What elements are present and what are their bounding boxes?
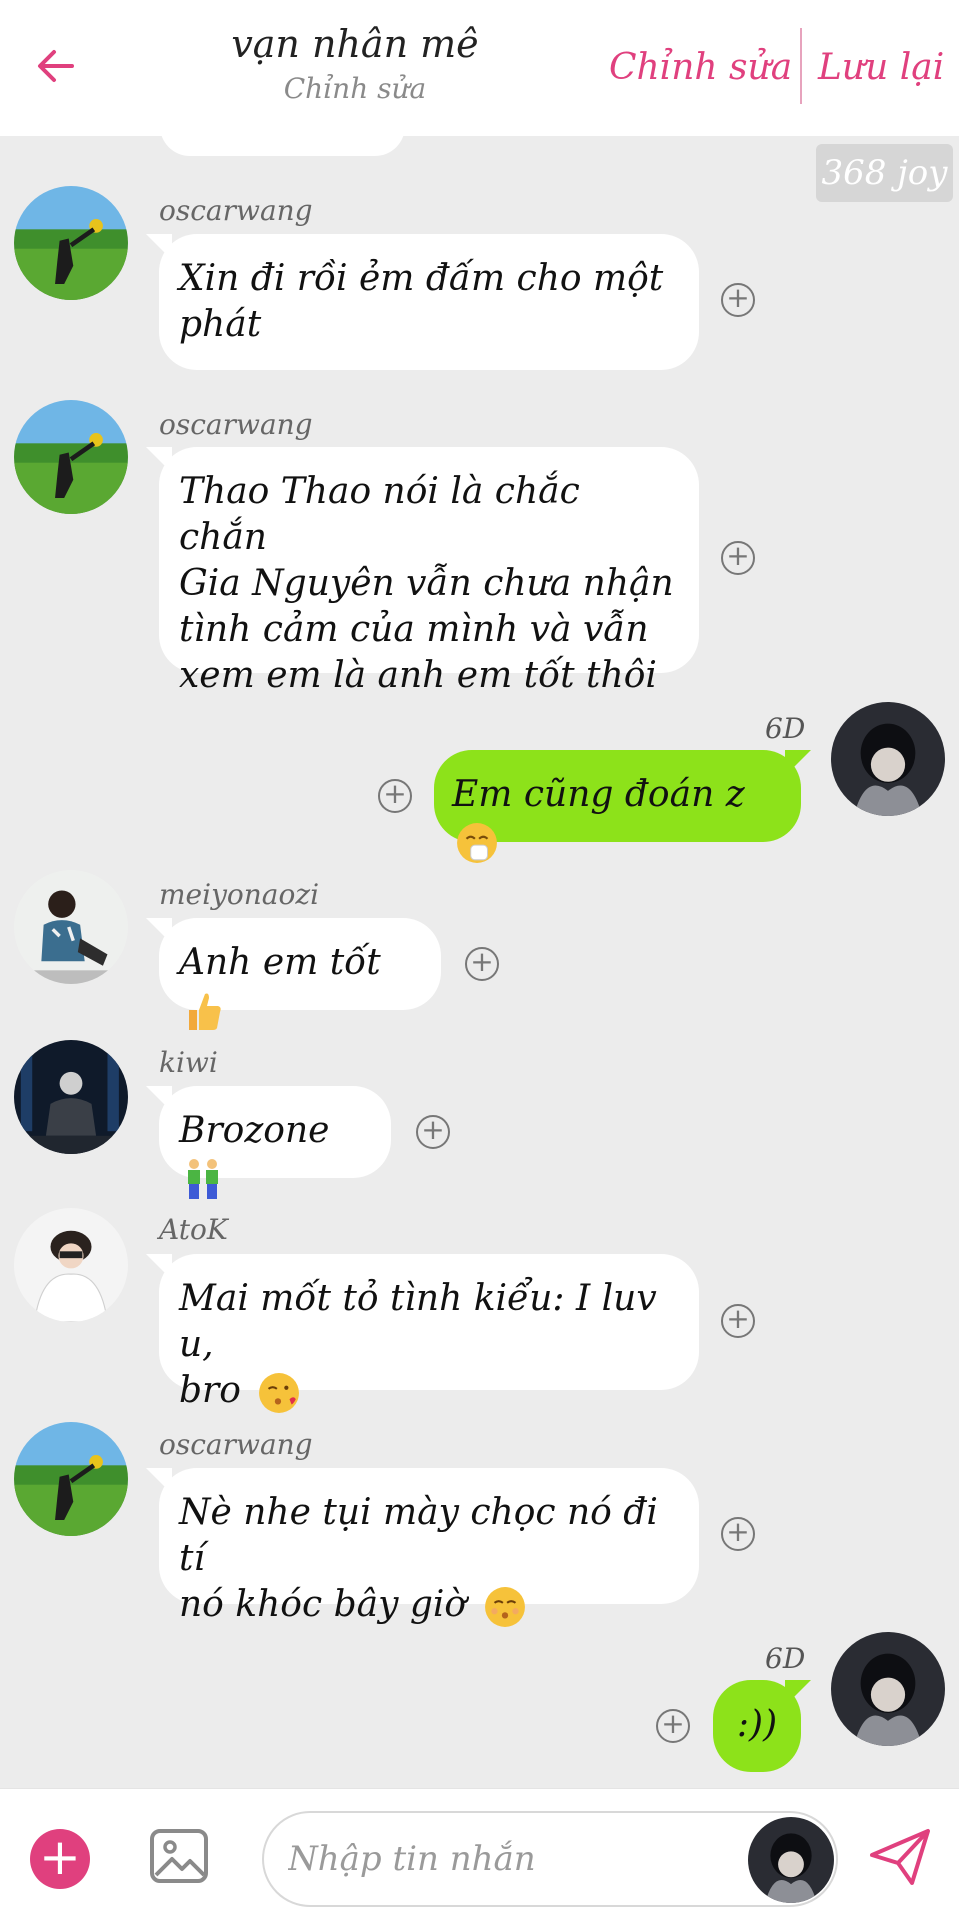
my-message-bubble[interactable]: Em cũng đoán z [434,750,801,863]
white-hoodie-avatar[interactable] [14,1208,128,1322]
add-reaction-button[interactable]: + [721,1304,755,1338]
sender-name: kiwi [159,1046,218,1079]
message-bubble[interactable]: Nè nhe tụi mày chọc nó đi tí nó khóc bây… [159,1468,699,1627]
sender-name: oscarwang [159,194,313,227]
message-text: Nè nhe tụi mày chọc nó đi tí nó khóc bây… [179,1492,658,1625]
message-text: Thao Thao nói là chắc chắn Gia Nguyên vẫ… [179,471,674,696]
header-divider [800,28,802,104]
add-reaction-button[interactable]: + [721,1517,755,1551]
message-text: Mai mốt tỏ tình kiểu: I luv u, bro [179,1278,657,1411]
sender-name: meiyonaozi [159,878,320,911]
composer-bar: + [0,1788,959,1920]
bubble-tail [785,750,811,776]
field-photo-avatar[interactable] [14,1422,128,1536]
add-reaction-button[interactable]: + [721,541,755,575]
message-input[interactable] [288,1835,728,1883]
add-reaction-button[interactable]: + [378,779,412,813]
back-arrow-icon [38,50,74,82]
character-avatar-button[interactable] [748,1817,834,1903]
message-text: Xin đi rồi ẻm đấm cho một phát [179,258,664,345]
title-area: vạn nhân mê Chỉnh sửa [150,16,560,106]
image-button[interactable] [148,1825,210,1887]
hoodie-boy-avatar[interactable] [831,702,945,816]
dark-stage-avatar[interactable] [14,1040,128,1154]
edit-button[interactable]: Chỉnh sửa [609,44,792,92]
sender-name: oscarwang [159,1428,313,1461]
message-text: Anh em tốt [179,942,381,983]
add-reaction-button[interactable]: + [465,947,499,981]
back-button[interactable] [26,36,86,96]
two-men-holding-hands-icon [188,1159,218,1199]
joy-badge: 368 joy [816,144,953,202]
message-text: Em cũng đoán z [452,774,745,815]
sender-name: AtoK [159,1213,228,1246]
sender-tag: 6D [765,1642,806,1675]
send-icon [870,1829,930,1885]
sender-tag: 6D [765,712,806,745]
message-input-box [262,1811,838,1907]
sneezing-face-icon [457,823,497,863]
kissing-smiling-eyes-icon [484,1587,525,1627]
sender-name: oscarwang [159,408,313,441]
top-bar: vạn nhân mê Chỉnh sửa Chỉnh sửa Lưu lại [0,0,959,136]
message-text: Brozone [179,1110,330,1151]
hoodie-boy-avatar [748,1817,834,1903]
message-bubble[interactable]: Thao Thao nói là chắc chắn Gia Nguyên vẫ… [159,447,699,696]
previous-message-bubble [160,110,405,156]
field-photo-avatar[interactable] [14,400,128,514]
bubble-tail [785,1680,811,1706]
message-bubble[interactable]: Xin đi rồi ẻm đấm cho một phát [159,234,699,370]
message-text: :)) [736,1704,778,1745]
chat-subtitle: Chỉnh sửa [283,72,427,105]
image-icon [150,1829,208,1883]
save-button[interactable]: Lưu lại [818,44,944,92]
add-reaction-button[interactable]: + [416,1115,450,1149]
message-bubble[interactable]: Mai mốt tỏ tình kiểu: I luv u, bro [159,1254,699,1413]
thumbs-up-icon [189,993,221,1030]
chat-title: vạn nhân mê [231,22,479,66]
hoodie-boy-avatar[interactable] [831,1632,945,1746]
sitting-boy-avatar[interactable] [14,870,128,984]
send-button[interactable] [868,1827,932,1887]
field-photo-avatar[interactable] [14,186,128,300]
add-reaction-button[interactable]: + [721,283,755,317]
add-reaction-button[interactable]: + [656,1709,690,1743]
message-bubble[interactable]: Anh em tốt [159,918,441,1030]
message-bubble[interactable]: Brozone [159,1086,391,1199]
face-blowing-kiss-icon [259,1373,300,1413]
add-button[interactable]: + [30,1829,90,1889]
